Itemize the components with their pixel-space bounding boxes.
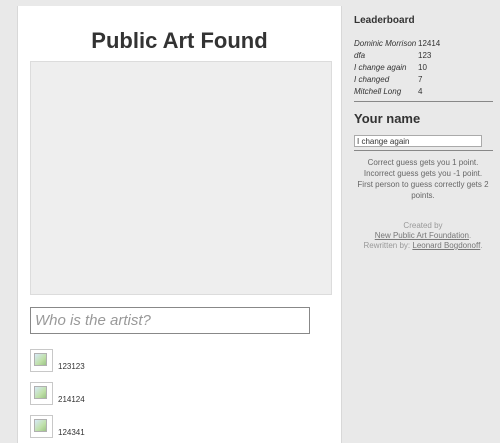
leaderboard-row: dfa 123 <box>354 49 440 61</box>
player-score: 12414 <box>418 38 441 48</box>
broken-image-icon <box>34 386 47 399</box>
player-name: I change again <box>354 62 407 72</box>
thumbnail-image[interactable] <box>30 415 53 438</box>
leaderboard-row: Mitchell Long 4 <box>354 85 440 97</box>
credits-rewritten-by: Rewritten by: <box>363 241 413 250</box>
broken-image-icon <box>34 353 47 366</box>
player-name: Mitchell Long <box>354 86 402 96</box>
player-score: 4 <box>418 86 423 96</box>
author-link[interactable]: Leonard Bogdonoff <box>412 241 480 250</box>
player-name: Dominic Morrison <box>354 38 417 48</box>
artist-guess-input[interactable] <box>30 307 310 334</box>
divider <box>354 150 493 151</box>
guess-label: 124341 <box>58 428 85 437</box>
foundation-link[interactable]: New Public Art Foundation <box>375 231 469 240</box>
credits: Created by New Public Art Foundation. Re… <box>350 221 496 251</box>
rule-line: Correct guess gets you 1 point. <box>367 158 479 167</box>
rule-line: First person to guess correctly gets 2 <box>357 180 489 189</box>
leaderboard-row: I changed 7 <box>354 73 440 85</box>
sidebar: Leaderboard Dominic Morrison 12414 dfa 1… <box>350 0 496 443</box>
credits-period: . <box>469 231 472 240</box>
guess-label: 214124 <box>58 395 85 404</box>
name-field[interactable] <box>354 135 482 147</box>
divider <box>354 101 493 102</box>
artwork-image <box>30 61 332 295</box>
broken-image-icon <box>34 419 47 432</box>
credits-period: . <box>480 241 483 250</box>
your-name-heading: Your name <box>354 111 421 126</box>
player-score: 10 <box>418 62 427 72</box>
player-score: 123 <box>418 50 432 60</box>
rule-line: points. <box>411 191 435 200</box>
credits-line: Rewritten by: Leonard Bogdonoff. <box>350 241 496 251</box>
player-name: I changed <box>354 74 390 84</box>
thumbnail-image[interactable] <box>30 349 53 372</box>
credits-created-by: Created by <box>403 221 443 230</box>
thumbnail-image[interactable] <box>30 382 53 405</box>
guess-label: 123123 <box>58 362 85 371</box>
rule-line: Incorrect guess gets you -1 point. <box>363 169 483 178</box>
player-name: dfa <box>354 50 366 60</box>
leaderboard-row: Dominic Morrison 12414 <box>354 37 440 49</box>
leaderboard-table: Dominic Morrison 12414 dfa 123 I change … <box>354 37 440 97</box>
leaderboard-heading: Leaderboard <box>354 15 415 26</box>
rules-text: Correct guess gets you 1 point. Incorrec… <box>350 157 496 201</box>
leaderboard-row: I change again 10 <box>354 61 440 73</box>
player-score: 7 <box>418 74 423 84</box>
credits-line: New Public Art Foundation. <box>350 231 496 241</box>
page-title: Public Art Found <box>91 28 268 53</box>
main-panel: Public Art Found 123123 214124 124341 <box>17 6 342 443</box>
